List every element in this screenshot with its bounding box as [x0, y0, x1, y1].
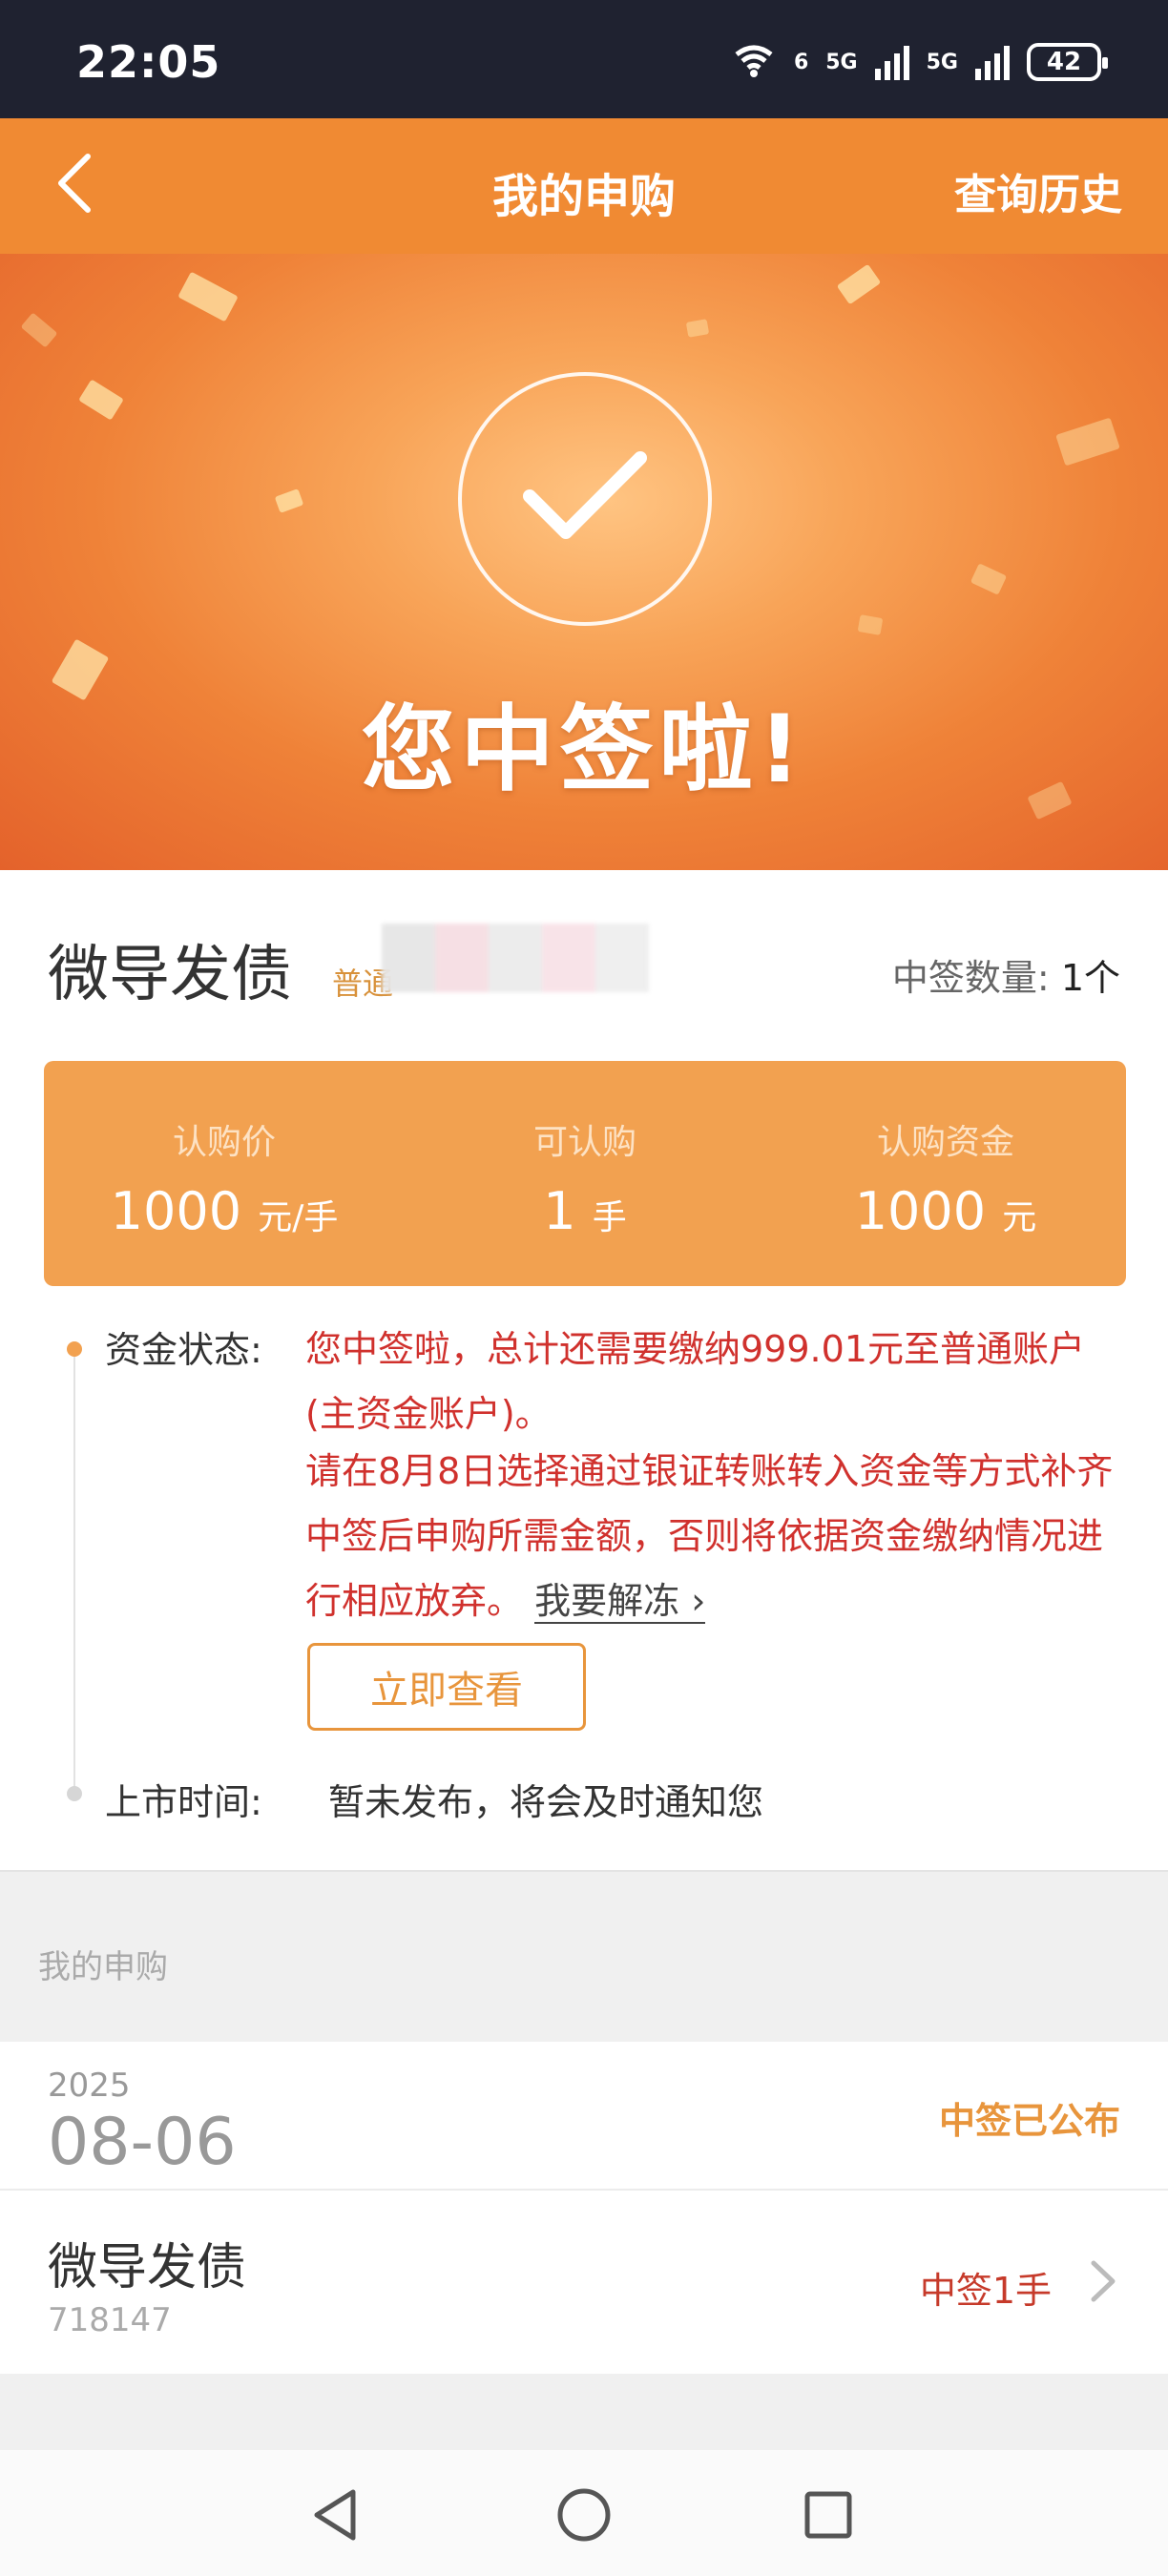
success-banner: 您中签啦! — [0, 254, 1168, 870]
wifi-label: 6 — [793, 50, 809, 74]
success-title: 您中签啦! — [361, 696, 807, 804]
funds-label: 认购资金 — [876, 1123, 1014, 1162]
nav-home-icon[interactable] — [553, 2484, 615, 2545]
signal-icon-2 — [975, 44, 1010, 80]
success-circle — [458, 372, 712, 626]
confetti — [177, 271, 239, 322]
check-icon — [518, 445, 652, 553]
funds-value: 1000 元 — [765, 1181, 1126, 1241]
status-icons: 6 5G 5G 42 — [731, 38, 1108, 86]
price-unit: 元/手 — [258, 1198, 339, 1237]
record-year: 2025 — [48, 2067, 131, 2105]
quantity-unit: 手 — [592, 1198, 627, 1237]
confetti — [274, 488, 304, 513]
fund-status-instructions: 请在8月8日选择通过银证转账转入资金等方式补齐中签后申购所需金额，否则将依据资金… — [305, 1439, 1128, 1633]
record-bond-code: 718147 — [48, 2301, 172, 2339]
confetti — [20, 312, 58, 348]
win-count: 中签数量: 1个 — [892, 948, 1120, 1001]
price-column: 认购价 1000 元/手 — [44, 1061, 405, 1286]
record-status: 中签已公布 — [938, 2100, 1120, 2142]
record-result: 中签1手 — [919, 2270, 1052, 2312]
funds-column: 认购资金 1000 元 — [765, 1061, 1126, 1286]
fund-status-message: 您中签啦，总计还需要缴纳999.01元至普通账户(主资金账户)。 — [305, 1328, 1085, 1435]
wifi-icon — [731, 41, 777, 83]
timeline-dot-inactive — [67, 1786, 82, 1801]
signal-icon — [874, 44, 909, 80]
view-now-button[interactable]: 立即查看 — [307, 1643, 586, 1731]
system-navigation-bar — [0, 2450, 1168, 2576]
timeline-dot-active — [67, 1341, 82, 1357]
status-time: 22:05 — [76, 36, 221, 88]
listing-time-value: 暂未发布，将会及时通知您 — [328, 1781, 764, 1823]
fund-instructions-text: 请在8月8日选择通过银证转账转入资金等方式补齐中签后申购所需金额，否则将依据资金… — [305, 1450, 1114, 1622]
status-bar: 22:05 6 5G 5G 42 — [0, 0, 1168, 118]
funds-number: 1000 — [854, 1181, 987, 1241]
section-title: 我的申购 — [38, 1948, 168, 1986]
quantity-label: 可认购 — [532, 1123, 636, 1162]
price-number: 1000 — [110, 1181, 242, 1241]
masked-account-info — [382, 924, 649, 992]
navbar: 我的申购 查询历史 — [0, 118, 1168, 254]
record-bond-name: 微导发债 — [48, 2239, 247, 2296]
sim1-label: 5G — [825, 50, 858, 74]
section-header: 我的申购 — [0, 1870, 1168, 2042]
bottom-spacer — [0, 2374, 1168, 2450]
nav-recents-icon[interactable] — [798, 2484, 859, 2545]
confetti — [970, 563, 1008, 595]
confetti — [857, 614, 884, 635]
unfreeze-link-label: 我要解冻 — [534, 1580, 680, 1622]
quantity-column: 可认购 1 手 — [405, 1061, 765, 1286]
query-history-link[interactable]: 查询历史 — [954, 160, 1122, 221]
win-count-label: 中签数量: — [891, 957, 1050, 999]
record-date: 08-06 — [48, 2105, 237, 2180]
win-count-value: 1个 — [1060, 957, 1120, 999]
nav-back-icon[interactable] — [305, 2484, 366, 2545]
confetti — [685, 319, 710, 338]
bond-name: 微导发债 — [48, 940, 292, 1010]
price-label: 认购价 — [172, 1123, 276, 1162]
listing-time-label: 上市时间: — [105, 1781, 262, 1823]
date-row: 2025 08-06 中签已公布 — [0, 2042, 1168, 2191]
confetti — [836, 263, 882, 305]
list-item[interactable]: 微导发债 718147 中签1手 — [0, 2192, 1168, 2374]
chevron-right-small-icon: › — [691, 1580, 706, 1622]
battery-level: 42 — [1046, 48, 1082, 76]
subscription-card: 认购价 1000 元/手 可认购 1 手 认购资金 1000 元 — [44, 1061, 1126, 1286]
fund-status-label: 资金状态: — [105, 1329, 262, 1371]
price-value: 1000 元/手 — [44, 1181, 405, 1241]
confetti — [78, 379, 124, 421]
battery-icon: 42 — [1027, 43, 1108, 81]
chevron-right-icon — [1090, 2259, 1116, 2307]
funds-unit: 元 — [1002, 1198, 1037, 1237]
unfreeze-link[interactable]: 我要解冻 › — [534, 1580, 706, 1624]
confetti — [1055, 417, 1120, 467]
quantity-value: 1 手 — [405, 1181, 765, 1241]
quantity-number: 1 — [543, 1181, 576, 1241]
timeline-line — [73, 1351, 75, 1796]
sim2-label: 5G — [926, 50, 958, 74]
